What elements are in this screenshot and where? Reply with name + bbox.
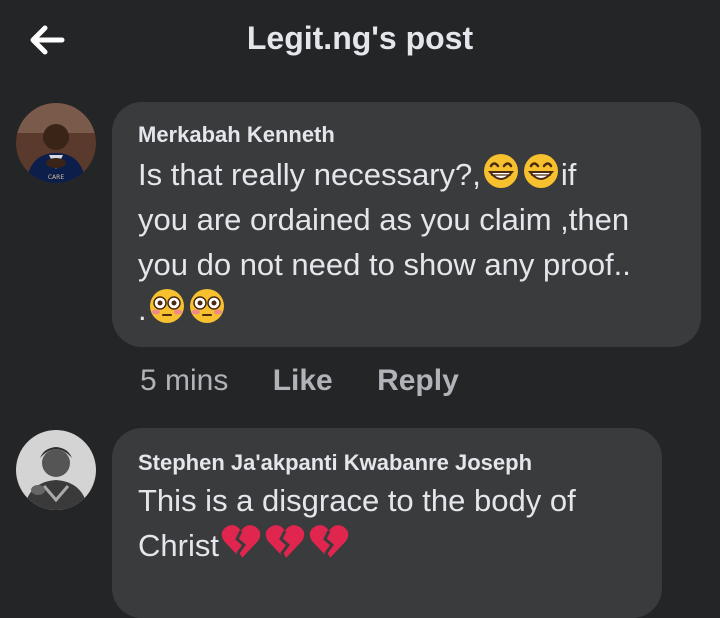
avatar[interactable]: CARE bbox=[16, 103, 96, 183]
page-title: Legit.ng's post bbox=[246, 20, 474, 56]
comment-text-line: Is that really necessary?, bbox=[138, 157, 481, 192]
profile-photo bbox=[16, 430, 96, 510]
comment-author[interactable]: Merkabah Kenneth bbox=[138, 122, 335, 148]
broken-heart-icon bbox=[265, 525, 305, 560]
comment-text-line: you are ordained as you claim ,then bbox=[138, 202, 630, 237]
comment-text: This is a disgrace to the body of Christ bbox=[138, 478, 576, 568]
comment-text-line: This is a disgrace to the body of bbox=[138, 483, 576, 518]
top-bar: Legit.ng's post bbox=[0, 0, 720, 80]
comment-text-line: . bbox=[138, 292, 147, 327]
comment-text-line: Christ bbox=[138, 528, 219, 563]
comment-bubble: Merkabah Kenneth Is that really necessar… bbox=[112, 102, 701, 347]
flushed-face-icon bbox=[149, 289, 184, 323]
comment-bubble: Stephen Ja'akpanti Kwabanre Joseph This … bbox=[112, 428, 662, 618]
avatar[interactable] bbox=[16, 430, 96, 510]
profile-photo: CARE bbox=[16, 103, 96, 183]
comment-timestamp: 5 mins bbox=[140, 364, 229, 397]
comment-text-line: you do not need to show any proof.. bbox=[138, 247, 631, 282]
broken-heart-icon bbox=[221, 525, 261, 560]
comment-text-line: if bbox=[560, 157, 577, 192]
grinning-face-icon bbox=[523, 154, 558, 188]
like-button[interactable]: Like bbox=[273, 364, 333, 397]
comment-actions: 5 mins Like Reply bbox=[140, 364, 495, 398]
svg-text:CARE: CARE bbox=[48, 174, 64, 181]
flushed-face-icon bbox=[189, 289, 224, 323]
comment-author[interactable]: Stephen Ja'akpanti Kwabanre Joseph bbox=[138, 450, 532, 476]
reply-button[interactable]: Reply bbox=[377, 364, 459, 397]
grinning-face-icon bbox=[483, 154, 518, 188]
broken-heart-icon bbox=[309, 525, 349, 560]
comment-text: Is that really necessary?, if you are or… bbox=[138, 152, 631, 332]
